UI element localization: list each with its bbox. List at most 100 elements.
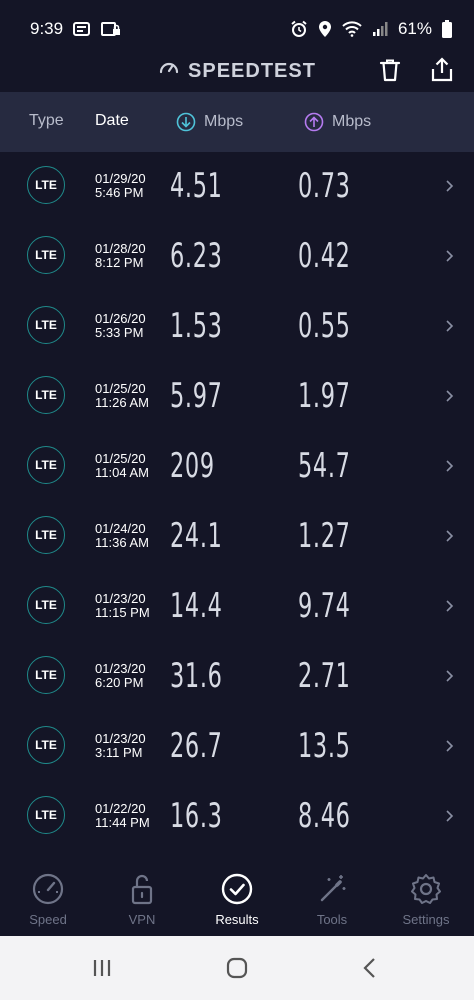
nav-speed-label: Speed (29, 912, 67, 927)
nav-results-label: Results (215, 912, 259, 927)
delete-button[interactable] (376, 56, 404, 84)
battery-percent: 61% (397, 19, 432, 38)
status-right: 61% (290, 19, 452, 39)
result-row[interactable]: LTE 01/25/20 11:26 AM 5.97 1.97 (0, 362, 474, 432)
recent-apps-button[interactable] (90, 956, 114, 980)
upload-speed: 54.7 (298, 446, 351, 486)
result-date: 01/23/20 (95, 591, 146, 606)
app-header: SPEEDTEST (0, 48, 474, 92)
upload-speed: 0.55 (298, 306, 351, 346)
nav-results[interactable]: Results (197, 872, 277, 927)
app-title: SPEEDTEST (188, 59, 316, 82)
download-speed: 31.6 (170, 656, 223, 696)
download-column-header[interactable]: Mbps (176, 112, 243, 132)
location-icon (318, 20, 332, 38)
chevron-right-icon (446, 250, 454, 262)
download-speed: 26.7 (170, 726, 223, 766)
download-speed: 4.51 (170, 166, 223, 206)
nav-settings-label: Settings (402, 912, 450, 927)
download-arrow-icon (176, 112, 196, 132)
result-time: 11:04 AM (95, 465, 149, 480)
chevron-right-icon (446, 180, 454, 192)
result-row[interactable]: LTE 01/23/20 3:11 PM 26.7 13.5 (0, 712, 474, 782)
chevron-right-icon (446, 390, 454, 402)
connection-type-badge: LTE (27, 236, 65, 274)
chevron-right-icon (446, 810, 454, 822)
type-column-header[interactable]: Type (29, 112, 64, 130)
result-date: 01/25/20 (95, 451, 146, 466)
result-datetime: 01/29/20 5:46 PM (95, 172, 146, 200)
download-speed: 24.1 (170, 516, 223, 556)
nav-speed[interactable]: Speed (8, 872, 88, 927)
nav-settings[interactable]: Settings (386, 872, 466, 927)
result-time: 6:20 PM (95, 675, 144, 690)
share-icon (431, 57, 453, 82)
results-list: LTE 01/29/20 5:46 PM 4.51 0.73 LTE 01/28… (0, 152, 474, 852)
result-datetime: 01/25/20 11:26 AM (95, 382, 149, 410)
result-time: 5:46 PM (95, 185, 144, 200)
result-row[interactable]: LTE 01/28/20 8:12 PM 6.23 0.42 (0, 222, 474, 292)
result-row[interactable]: LTE 01/26/20 5:33 PM 1.53 0.55 (0, 292, 474, 362)
wifi-icon (342, 21, 362, 37)
result-time: 11:15 PM (95, 605, 150, 620)
result-date: 01/26/20 (95, 311, 146, 326)
download-column-label: Mbps (204, 113, 244, 130)
chevron-right-icon (446, 740, 454, 752)
speedometer-icon (32, 873, 64, 905)
download-speed: 5.97 (170, 376, 223, 416)
connection-type-badge: LTE (27, 586, 65, 624)
download-speed: 209 (170, 446, 215, 486)
trash-icon (379, 59, 401, 82)
result-row[interactable]: LTE 01/24/20 11:36 AM 24.1 1.27 (0, 502, 474, 572)
result-date: 01/25/20 (95, 381, 146, 396)
upload-speed: 0.73 (298, 166, 351, 206)
news-icon (73, 21, 91, 37)
result-datetime: 01/22/20 11:44 PM (95, 802, 150, 830)
date-column-header[interactable]: Date (95, 112, 129, 130)
back-button[interactable] (358, 956, 382, 980)
nav-vpn[interactable]: VPN (102, 872, 182, 927)
result-row[interactable]: LTE 01/25/20 11:04 AM 209 54.7 (0, 432, 474, 502)
result-row[interactable]: LTE 01/23/20 6:20 PM 31.6 2.71 (0, 642, 474, 712)
nav-tools[interactable]: Tools (292, 872, 372, 927)
speedometer-icon (158, 57, 180, 85)
chevron-right-icon (446, 460, 454, 472)
result-time: 5:33 PM (95, 325, 144, 340)
share-button[interactable] (428, 56, 456, 84)
result-time: 11:36 AM (95, 535, 149, 550)
connection-type-badge: LTE (27, 306, 65, 344)
result-row[interactable]: LTE 01/23/20 11:15 PM 14.4 9.74 (0, 572, 474, 642)
result-time: 11:26 AM (95, 395, 149, 410)
back-chevron-icon (363, 958, 375, 978)
result-row[interactable]: LTE 01/29/20 5:46 PM 4.51 0.73 (0, 152, 474, 222)
download-speed: 14.4 (170, 586, 223, 626)
upload-speed: 9.74 (298, 586, 351, 626)
result-date: 01/23/20 (95, 731, 146, 746)
connection-type-badge: LTE (27, 796, 65, 834)
result-date: 01/23/20 (95, 661, 146, 676)
upload-speed: 13.5 (298, 726, 351, 766)
unlocked-padlock-icon (131, 874, 153, 905)
chevron-right-icon (446, 530, 454, 542)
recent-apps-icon (93, 960, 111, 976)
upload-speed: 1.27 (298, 516, 351, 556)
result-row[interactable]: LTE 01/22/20 11:44 PM 16.3 8.46 (0, 782, 474, 852)
alarm-icon (290, 20, 308, 38)
battery-icon (442, 20, 452, 38)
status-left: 9:39 (30, 19, 121, 39)
connection-type-badge: LTE (27, 166, 65, 204)
chevron-right-icon (446, 600, 454, 612)
home-button[interactable] (225, 956, 249, 980)
result-time: 8:12 PM (95, 255, 144, 270)
upload-column-header[interactable]: Mbps (304, 112, 371, 132)
result-datetime: 01/28/20 8:12 PM (95, 242, 146, 270)
upload-column-label: Mbps (332, 113, 372, 130)
upload-speed: 2.71 (298, 656, 351, 696)
result-time: 3:11 PM (95, 745, 143, 760)
download-speed: 1.53 (170, 306, 223, 346)
chevron-right-icon (446, 320, 454, 332)
system-navigation-bar (0, 936, 474, 1000)
upload-arrow-icon (304, 112, 324, 132)
result-datetime: 01/23/20 11:15 PM (95, 592, 150, 620)
upload-speed: 0.42 (298, 236, 351, 276)
